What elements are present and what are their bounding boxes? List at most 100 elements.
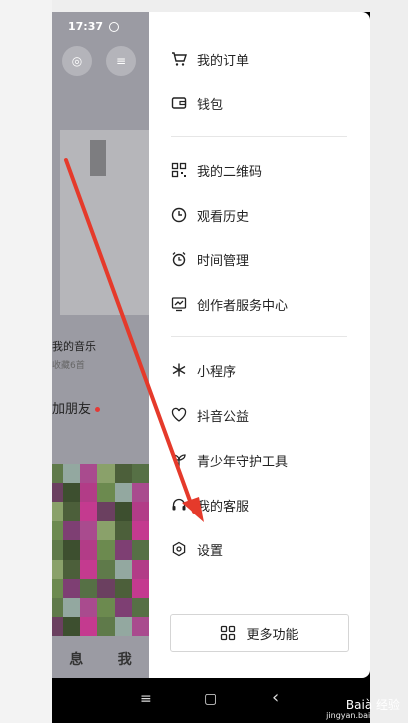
side-drawer-menu: 我的订单 钱包 我的二维码 观看历史 时间管理 创作者服务中心 小程序 抖音公益…	[149, 12, 370, 678]
background-app-dimmed[interactable]: 17:37 ◎ ≡ 我的音乐 收藏6首 加朋友 息 我	[52, 12, 149, 678]
menu-item-youth-guardian[interactable]: 青少年守护工具	[171, 448, 288, 472]
mosaic-cell	[97, 597, 115, 617]
recent-apps-button[interactable]: ≡	[140, 691, 152, 707]
mosaic-cell	[114, 597, 132, 617]
menu-item-qrcode[interactable]: 我的二维码	[171, 158, 262, 182]
mosaic-cell	[52, 597, 64, 617]
mosaic-cell	[131, 483, 149, 503]
sprout-icon	[171, 452, 187, 468]
mosaic-cell	[80, 464, 98, 484]
mosaic-cell	[52, 521, 64, 541]
mosaic-cell	[63, 521, 81, 541]
more-features-button[interactable]: 更多功能	[170, 614, 349, 652]
status-time: 17:37	[68, 20, 104, 33]
menu-item-settings[interactable]: 设置	[171, 537, 223, 561]
music-label[interactable]: 我的音乐	[52, 338, 96, 354]
menu-item-time-management[interactable]: 时间管理	[171, 247, 249, 271]
menu-item-wallet[interactable]: 钱包	[171, 91, 223, 115]
mosaic-cell	[52, 502, 64, 522]
mosaic-cell	[80, 521, 98, 541]
mosaic-cell	[52, 616, 64, 636]
mosaic-cell	[63, 502, 81, 522]
mosaic-cell	[97, 578, 115, 598]
mosaic-cell	[131, 540, 149, 560]
watermark-url: jingyan.baidu.com	[326, 711, 400, 721]
mosaic-cell	[63, 464, 81, 484]
notification-dot	[95, 407, 101, 412]
mosaic-cell	[114, 578, 132, 598]
mosaic-cell	[52, 540, 64, 560]
status-bar: 17:37	[68, 20, 120, 33]
tab-me[interactable]: 我	[118, 649, 132, 669]
add-friend-button[interactable]: 加朋友	[52, 398, 101, 417]
mosaic-cell	[97, 540, 115, 560]
mosaic-cell	[97, 502, 115, 522]
mosaic-cell	[63, 616, 81, 636]
back-button[interactable]: ‹	[272, 687, 279, 708]
menu-item-charity[interactable]: 抖音公益	[171, 403, 249, 427]
menu-item-my-orders[interactable]: 我的订单	[171, 47, 249, 71]
music-sub-label: 收藏6首	[52, 361, 85, 371]
mosaic-cell	[114, 540, 132, 560]
mosaic-cell	[131, 559, 149, 579]
mosaic-cell	[114, 616, 132, 636]
page-margin	[0, 0, 52, 723]
mosaic-cell	[80, 597, 98, 617]
divider	[171, 336, 347, 337]
clock-icon	[171, 207, 187, 223]
settings-icon	[171, 541, 187, 557]
mosaic-cell	[131, 464, 149, 484]
mosaic-cell	[131, 597, 149, 617]
home-button[interactable]: ▢	[204, 691, 217, 707]
menu-item-watch-history[interactable]: 观看历史	[171, 203, 249, 227]
menu-item-customer-service[interactable]: 我的客服	[171, 493, 249, 517]
grid-icon	[220, 625, 236, 641]
alarm-icon	[171, 251, 187, 267]
system-nav-bar: ≡ ▢ ‹	[52, 678, 370, 723]
mosaic-cell	[131, 616, 149, 636]
mosaic-cell	[97, 521, 115, 541]
menu-item-mini-programs[interactable]: 小程序	[171, 358, 236, 382]
mosaic-cell	[131, 502, 149, 522]
mosaic-cell	[63, 540, 81, 560]
mosaic-cell	[114, 521, 132, 541]
mosaic-cell	[97, 616, 115, 636]
tab-messages[interactable]: 息	[69, 649, 83, 669]
mosaic-cell	[131, 578, 149, 598]
headset-icon	[171, 497, 187, 513]
baidu-watermark: Baià 经验 jingyan.baidu.com	[326, 698, 400, 721]
blurred-avatar	[90, 140, 106, 176]
mini-program-icon	[171, 362, 187, 378]
mosaic-cell	[114, 559, 132, 579]
cart-icon	[171, 51, 187, 67]
bottom-tab-bar: 息 我	[52, 640, 149, 678]
mosaic-cell	[97, 483, 115, 503]
phone-screen: 17:37 ◎ ≡ 我的音乐 收藏6首 加朋友 息 我 我的订单 钱包 我的二维…	[52, 12, 370, 723]
mosaic-cell	[63, 578, 81, 598]
mosaic-cell	[80, 540, 98, 560]
mosaic-cell	[80, 502, 98, 522]
pixelated-video-thumbnail[interactable]	[52, 464, 149, 636]
mosaic-cell	[63, 483, 81, 503]
mosaic-cell	[114, 483, 132, 503]
friends-icon[interactable]: ◎	[62, 46, 92, 76]
mosaic-cell	[52, 483, 64, 503]
mosaic-cell	[131, 521, 149, 541]
mosaic-cell	[114, 502, 132, 522]
heart-icon	[171, 407, 187, 423]
chart-icon	[171, 296, 187, 312]
divider	[171, 136, 347, 137]
menu-item-creator-center[interactable]: 创作者服务中心	[171, 292, 288, 316]
mosaic-cell	[114, 464, 132, 484]
mosaic-cell	[63, 597, 81, 617]
menu-icon[interactable]: ≡	[106, 46, 136, 76]
mosaic-cell	[97, 464, 115, 484]
mosaic-cell	[63, 559, 81, 579]
mosaic-cell	[80, 483, 98, 503]
mosaic-cell	[97, 559, 115, 579]
mosaic-cell	[52, 464, 64, 484]
mosaic-cell	[80, 616, 98, 636]
wallet-icon	[171, 95, 187, 111]
qrcode-icon	[171, 162, 187, 178]
mosaic-cell	[52, 559, 64, 579]
